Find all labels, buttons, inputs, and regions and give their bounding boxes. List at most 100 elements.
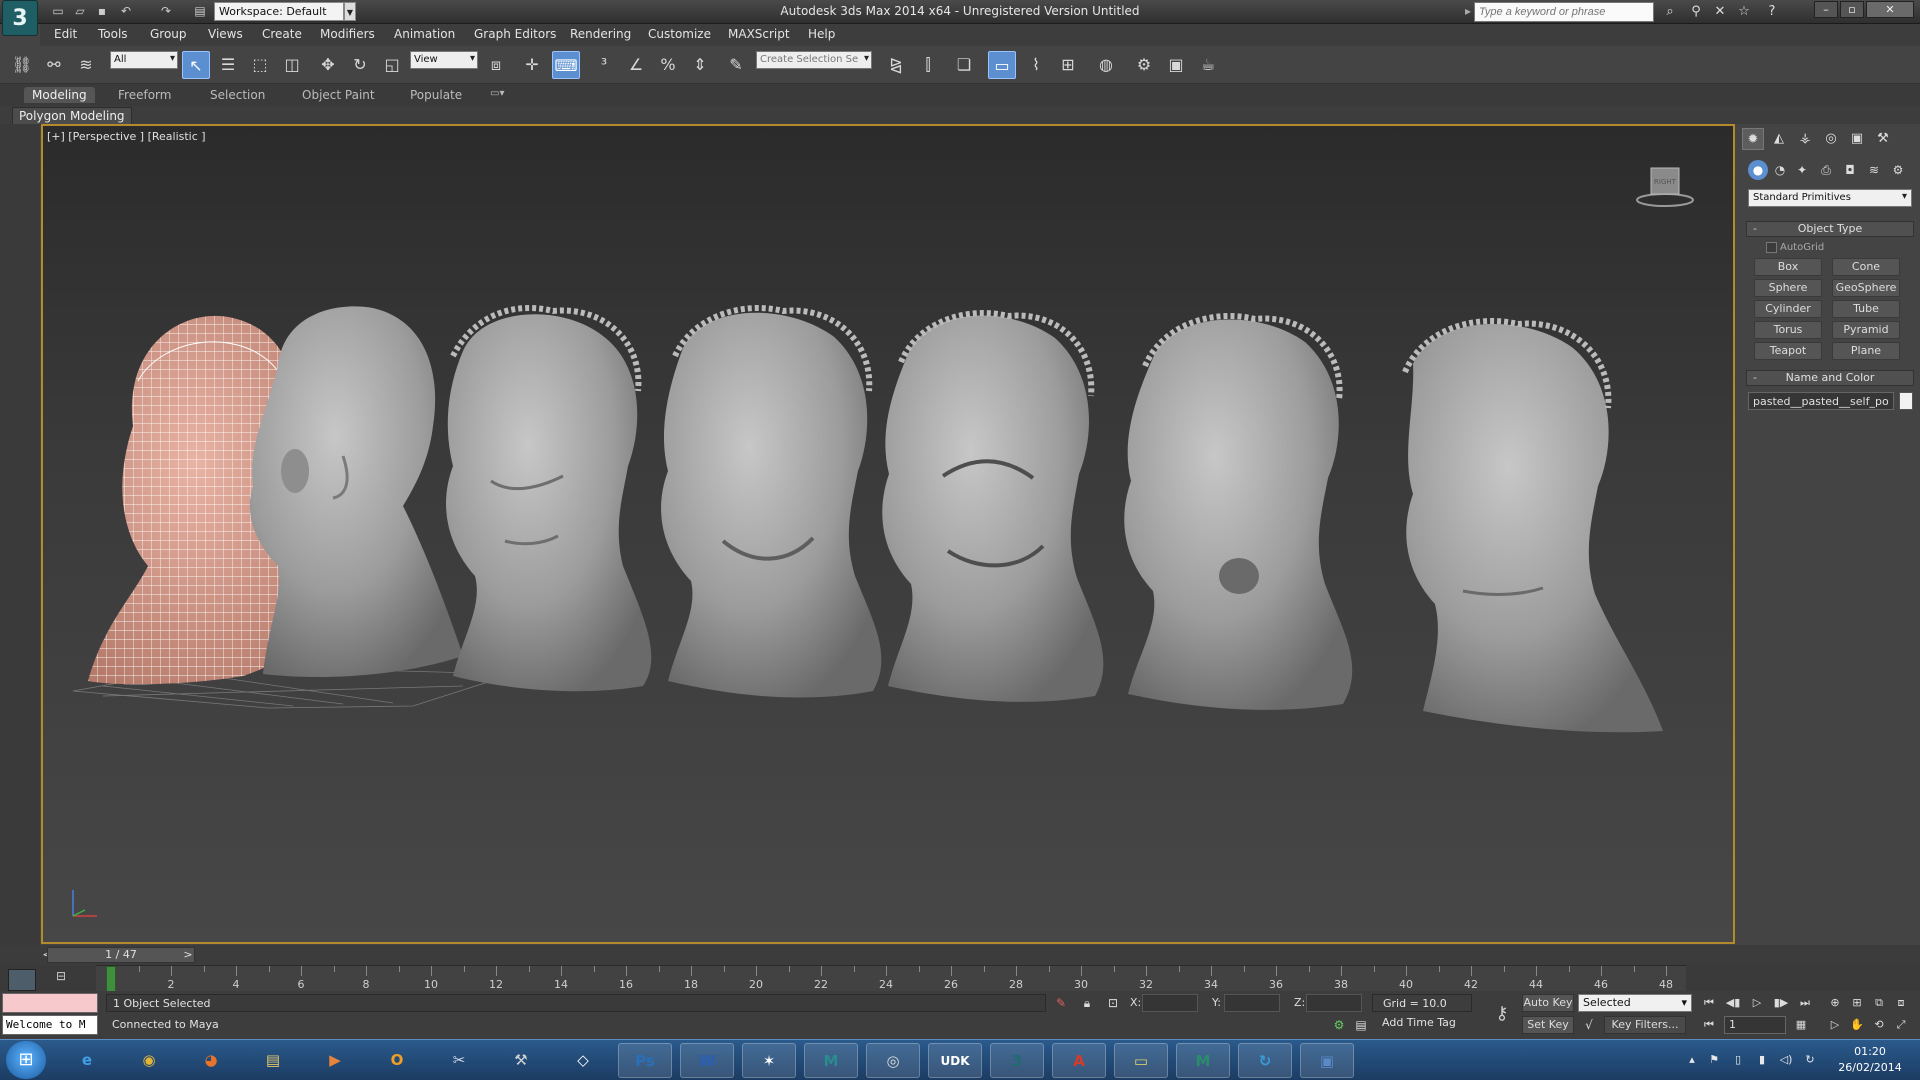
y-coordinate-field[interactable] (1224, 994, 1280, 1012)
angle-snap-icon[interactable]: ∠ (622, 51, 650, 79)
curve-editor-icon[interactable]: ⌇ (1022, 51, 1050, 79)
spinner-snap-icon[interactable]: ⇕ (686, 51, 714, 79)
maximize-viewport-icon[interactable]: ⤢ (1890, 1016, 1912, 1034)
name-color-rollout[interactable]: - Name and Color (1746, 370, 1914, 386)
x-coordinate-field[interactable] (1142, 994, 1198, 1012)
3dsmax-app-icon[interactable]: 3 (2, 0, 38, 36)
tab-selection[interactable]: Selection (202, 87, 273, 103)
close-button[interactable]: ✕ (1866, 1, 1914, 18)
time-configuration-icon[interactable]: ▦ (1790, 1016, 1812, 1034)
udk-icon[interactable]: UDK (928, 1043, 982, 1078)
menu-edit[interactable]: Edit (54, 27, 77, 41)
ribbon-options-icon[interactable]: ▭▾ (482, 87, 512, 100)
menu-animation[interactable]: Animation (394, 27, 455, 41)
tab-populate[interactable]: Populate (402, 87, 470, 103)
mini-curve-editor-toggle[interactable] (8, 969, 36, 991)
window-app-icon[interactable]: ▣ (1300, 1043, 1354, 1078)
current-frame-marker[interactable] (106, 966, 116, 992)
menu-group[interactable]: Group (150, 27, 187, 41)
favorites-star-icon[interactable]: ☆ (1734, 3, 1754, 21)
next-frame-icon[interactable]: ▮▶ (1770, 994, 1792, 1012)
help-icon[interactable]: ? (1762, 3, 1782, 21)
field-of-view-icon[interactable]: ▷ (1824, 1016, 1846, 1034)
zoom-extents-icon[interactable]: ⧉ (1868, 994, 1890, 1012)
tab-freeform[interactable]: Freeform (110, 87, 179, 103)
communication-center-icon[interactable]: ✕ (1710, 3, 1730, 21)
workspace-dropdown[interactable]: Workspace: Default (214, 2, 344, 21)
maya-icon[interactable]: M (804, 1043, 858, 1078)
sphere-button[interactable]: Sphere (1754, 279, 1822, 297)
time-tag-icon[interactable]: ▤ (1352, 1016, 1370, 1034)
menu-customize[interactable]: Customize (648, 27, 711, 41)
unity-icon[interactable]: ◇ (556, 1043, 610, 1078)
word-icon[interactable]: W (680, 1043, 734, 1078)
menu-tools[interactable]: Tools (98, 27, 128, 41)
zoom-all-icon[interactable]: ⊞ (1846, 994, 1868, 1012)
current-frame-field[interactable]: 1 (1724, 1016, 1786, 1034)
save-icon[interactable]: ▪ (94, 3, 110, 19)
go-to-end-icon[interactable]: ⏭ (1794, 994, 1816, 1012)
notes-icon[interactable]: ▭ (1114, 1043, 1168, 1078)
teapot-button[interactable]: Teapot (1754, 342, 1822, 360)
system-clock[interactable]: 01:20 26/02/2014 (1835, 1044, 1905, 1076)
geometry-icon[interactable]: ● (1748, 160, 1768, 180)
autodesk-icon[interactable]: A (1052, 1043, 1106, 1078)
windows-start-icon[interactable]: ⊞ (6, 1041, 46, 1079)
motion-tab-icon[interactable]: ◎ (1820, 128, 1842, 150)
cylinder-button[interactable]: Cylinder (1754, 300, 1822, 318)
set-key-button[interactable]: Set Key (1522, 1016, 1574, 1034)
z-coordinate-field[interactable] (1306, 994, 1362, 1012)
set-key-icon[interactable]: ⚷ (1488, 1003, 1516, 1024)
cameras-icon[interactable]: ⎙ (1816, 160, 1836, 180)
primitive-category-dropdown[interactable]: Standard Primitives (1748, 189, 1912, 207)
menu-help[interactable]: Help (808, 27, 835, 41)
open-file-icon[interactable]: ▱ (72, 3, 88, 19)
perspective-viewport[interactable]: [+] [Perspective ] [Realistic ] RIGHT (41, 124, 1735, 944)
autogrid-checkbox[interactable] (1766, 242, 1777, 253)
auto-key-button[interactable]: Auto Key (1522, 994, 1574, 1012)
box-button[interactable]: Box (1754, 258, 1822, 276)
binoculars-icon[interactable]: ⌕ (1660, 3, 1680, 21)
create-tab-icon[interactable]: ✹ (1742, 128, 1764, 150)
maximize-button[interactable]: ▫ (1840, 1, 1864, 18)
firefox-icon[interactable]: ◕ (184, 1043, 238, 1078)
zoom-icon[interactable]: ⊕ (1824, 994, 1846, 1012)
track-bar[interactable]: 2 4 6 8 10 12 14 16 18 20 22 24 26 28 30 32 34 36 38 40 42 44… (96, 965, 1686, 992)
link-icon[interactable]: ⛓ (8, 51, 36, 79)
scale-icon[interactable]: ◱ (378, 51, 406, 79)
helpers-icon[interactable]: ◘ (1840, 160, 1860, 180)
lights-icon[interactable]: ✦ (1792, 160, 1812, 180)
menu-graph-editors[interactable]: Graph Editors (474, 27, 556, 41)
menu-views[interactable]: Views (208, 27, 243, 41)
select-object-icon[interactable]: ↖ (182, 51, 210, 79)
ie-icon[interactable]: e (60, 1043, 114, 1078)
graphite-ribbon-icon[interactable]: ▭ (988, 51, 1016, 79)
subscription-icon[interactable]: ⚲ (1686, 3, 1706, 21)
redo-icon[interactable]: ↷ (158, 3, 174, 19)
scene-geometry[interactable] (43, 126, 1735, 944)
mixamo-icon[interactable]: ✶ (742, 1043, 796, 1078)
geosphere-button[interactable]: GeoSphere (1832, 279, 1900, 297)
select-by-name-icon[interactable]: ☰ (214, 51, 242, 79)
menu-maxscript[interactable]: MAXScript (728, 27, 790, 41)
rotate-icon[interactable]: ↻ (346, 51, 374, 79)
pyramid-button[interactable]: Pyramid (1832, 321, 1900, 339)
rect-selection-icon[interactable]: ⬚ (246, 51, 274, 79)
signal-icon[interactable]: ▮ (1754, 1053, 1770, 1069)
orbit-icon[interactable]: ⟲ (1868, 1016, 1890, 1034)
align-icon[interactable]: ⫿ (914, 51, 942, 79)
tab-object-paint[interactable]: Object Paint (294, 87, 383, 103)
tab-modeling[interactable]: Modeling (24, 87, 95, 103)
shapes-icon[interactable]: ◔ (1770, 160, 1790, 180)
select-manipulate-icon[interactable]: ✛ (518, 51, 546, 79)
layer-manager-icon[interactable]: ❏ (950, 51, 978, 79)
systems-icon[interactable]: ⚙ (1888, 160, 1908, 180)
object-type-rollout[interactable]: - Object Type (1746, 221, 1914, 237)
keyboard-shortcut-icon[interactable]: ⌨ (552, 51, 580, 79)
time-slider[interactable]: 1 / 47 (47, 947, 195, 963)
outlook-icon[interactable]: O (370, 1043, 424, 1078)
polygon-modeling-panel[interactable]: Polygon Modeling (12, 107, 132, 125)
snipping-icon[interactable]: ✂ (432, 1043, 486, 1078)
menu-modifiers[interactable]: Modifiers (320, 27, 375, 41)
menu-create[interactable]: Create (262, 27, 302, 41)
